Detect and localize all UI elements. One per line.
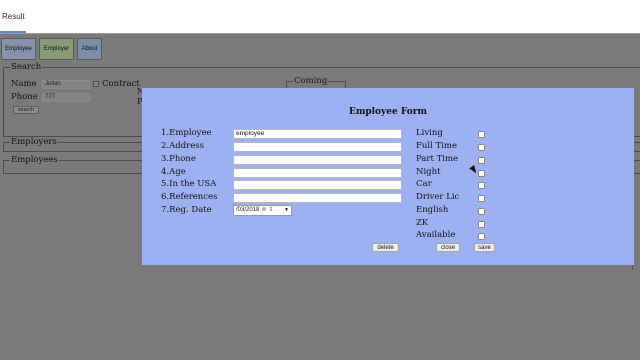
- search-name-input[interactable]: Julian: [42, 80, 90, 89]
- employees-legend: Employees: [10, 155, 59, 165]
- search-phone-label: Phone: [11, 92, 38, 102]
- search-name-label: Name: [11, 79, 37, 89]
- checkbox-zk[interactable]: [478, 221, 485, 228]
- in-usa-input[interactable]: [233, 180, 402, 190]
- checkbox-driver-lic[interactable]: [478, 195, 485, 202]
- employee-label: 1.Employee: [161, 128, 212, 138]
- in-usa-label: 5.In the USA: [161, 179, 217, 189]
- references-label: 6.References: [161, 192, 218, 202]
- employers-legend: Employers: [10, 137, 58, 147]
- search-button[interactable]: search: [13, 106, 39, 114]
- search-phone-input[interactable]: 777: [42, 93, 90, 102]
- contract-checkbox[interactable]: [93, 81, 99, 87]
- nav-employee-button[interactable]: Employee: [1, 38, 36, 60]
- reg-date-label: 7.Reg. Date: [161, 205, 212, 215]
- result-tab[interactable]: Result: [0, 12, 27, 21]
- age-input[interactable]: [233, 168, 402, 178]
- check-label-night: Night: [416, 167, 441, 177]
- result-tab-underline: [0, 31, 26, 33]
- check-label-zk: ZK: [416, 218, 429, 228]
- check-label-driver-lic: Driver Lic: [416, 192, 460, 202]
- spinner-icon[interactable]: ⇕: [268, 206, 273, 215]
- reg-date-input[interactable]: /03/2018 ⊗ ⇕ ▼: [233, 205, 292, 216]
- employee-input[interactable]: employee: [233, 129, 402, 139]
- checkbox-part-time[interactable]: [478, 157, 485, 164]
- delete-button[interactable]: delete: [372, 243, 399, 252]
- coming-legend: Coming: [293, 76, 329, 86]
- close-button[interactable]: close: [436, 243, 460, 252]
- phone-label: 3.Phone: [161, 154, 196, 164]
- nav-about-button[interactable]: About: [77, 38, 102, 60]
- check-label-full-time: Full Time: [416, 141, 457, 151]
- checkbox-english[interactable]: [478, 208, 485, 215]
- search-legend: Search: [10, 62, 43, 72]
- save-button[interactable]: save: [474, 243, 495, 252]
- contract-label: Contract: [102, 79, 140, 89]
- address-input[interactable]: [233, 142, 402, 152]
- dropdown-arrow-icon[interactable]: ▼: [284, 206, 289, 215]
- check-label-english: English: [416, 205, 449, 215]
- address-label: 2.Address: [161, 141, 204, 151]
- check-label-available: Available: [416, 230, 456, 240]
- phone-input[interactable]: [233, 155, 402, 165]
- check-label-car: Car: [416, 179, 432, 189]
- age-label: 4.Age: [161, 167, 186, 177]
- references-input[interactable]: [233, 193, 402, 203]
- modal-title: Employee Form: [348, 107, 428, 117]
- checkbox-car[interactable]: [478, 182, 485, 189]
- reg-date-value: /03/2018: [236, 207, 260, 213]
- top-bar: Result: [0, 0, 640, 34]
- check-label-part-time: Part Time: [416, 154, 459, 164]
- checkbox-full-time[interactable]: [478, 144, 485, 151]
- checkbox-available[interactable]: [478, 233, 485, 240]
- employee-form-modal: Employee Form 1.Employee employee 2.Addr…: [142, 88, 634, 265]
- check-label-living: Living: [416, 128, 443, 138]
- checkbox-living[interactable]: [478, 131, 485, 138]
- nav-employer-button[interactable]: Employer: [39, 38, 74, 60]
- clear-date-icon[interactable]: ⊗: [261, 206, 266, 215]
